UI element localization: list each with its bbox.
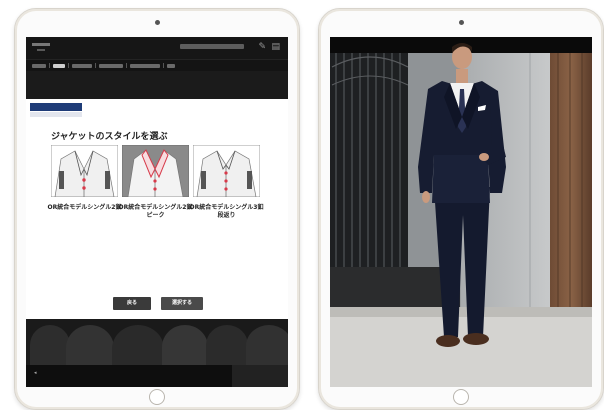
header-band [26,71,288,99]
back-button[interactable]: 戻る [113,297,151,310]
front-camera [458,20,464,25]
jacket-sketch-icon [51,145,118,197]
style-option-label: OR統合モデルシングル2釦ピーク [118,204,193,219]
top-bar: ✎ ▤ [26,37,288,59]
pen-icon[interactable]: ✎ [258,42,266,52]
document-icon[interactable]: ▤ [271,42,280,52]
bottom-back-link[interactable]: ◂ [34,370,37,376]
style-option-label: OR統合モデルシングル2釦 [47,204,122,211]
left-tablet: ✎ ▤ ジャケットのスタイルを選ぶ OR統合モデルシングル2釦 OR統合モデルシ… [14,8,300,410]
style-option-label: OR統合モデルシングル3釦段返り [189,204,264,219]
style-option-single-2-button-peak[interactable]: OR統合モデルシングル2釦ピーク [119,145,192,220]
nav-separator [95,63,96,68]
brand-badge [30,103,82,117]
nav-separator [126,63,127,68]
nav-step-mens[interactable] [53,63,65,68]
home-button[interactable] [453,389,469,405]
nav-step-top[interactable] [32,63,46,68]
style-selection-panel: ジャケットのスタイルを選ぶ OR統合モデルシングル2釦 OR統合モデルシングル2… [26,99,288,319]
suit-photo-screen [330,37,592,387]
jacket-sketch-icon [122,145,189,197]
right-tablet [318,8,604,410]
home-button[interactable] [149,389,165,405]
style-options: OR統合モデルシングル2釦 OR統合モデルシングル2釦ピーク OR統合モデルシン… [48,145,263,220]
style-option-single-2-button[interactable]: OR統合モデルシングル2釦 [48,145,121,220]
nav-step-size-option[interactable] [130,63,160,68]
nav-step-confirm[interactable] [167,63,175,68]
bottom-bar: ◂ [26,365,288,387]
app-logo [32,43,50,53]
nav-step-fabric[interactable] [72,63,92,68]
front-camera [154,20,160,25]
style-option-single-3-button-roll[interactable]: OR統合モデルシングル3釦段返り [190,145,263,220]
top-title [180,44,244,49]
suit-model-photo [330,37,592,387]
nav-separator [68,63,69,68]
nav-separator [163,63,164,68]
configurator-screen: ✎ ▤ ジャケットのスタイルを選ぶ OR統合モデルシングル2釦 OR統合モデルシ… [26,37,288,387]
jacket-sketch-icon [193,145,260,197]
fabric-preview [26,319,288,365]
nav-step-simulation[interactable] [99,63,123,68]
nav-separator [49,63,50,68]
bottom-next-button[interactable] [232,365,288,387]
panel-title: ジャケットのスタイルを選ぶ [51,132,168,142]
select-button[interactable]: 選択する [161,297,203,310]
